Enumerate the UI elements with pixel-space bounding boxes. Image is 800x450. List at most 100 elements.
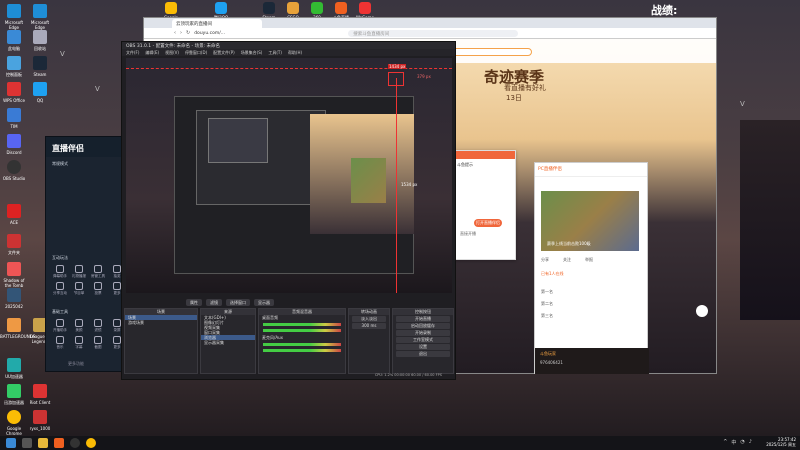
tool-item[interactable]: 弹幕助手 bbox=[52, 265, 68, 279]
desktop-icon[interactable]: 2025042 bbox=[0, 288, 28, 309]
clock[interactable]: 23:57:42 2025/12/5 周五 bbox=[766, 437, 796, 447]
obs-preview-canvas[interactable]: 1434 px 379 px 1534 px bbox=[126, 58, 452, 293]
desktop-icon[interactable]: QQ bbox=[26, 82, 54, 103]
window-select[interactable]: 选择窗口 bbox=[226, 299, 250, 306]
menu-tools[interactable]: 工具(T) bbox=[268, 50, 282, 55]
desktop-icon[interactable]: BATTLEGROUNDS bbox=[0, 318, 35, 339]
obs-statusbar: CPU: 1.2% 00:00:00 60.00 / 60.00 FPS bbox=[374, 373, 442, 377]
desktop-icon[interactable]: 文件夹 bbox=[0, 234, 28, 256]
desktop-icon[interactable]: ryxs_1000 bbox=[26, 410, 54, 431]
menu-docks[interactable]: 停靠窗口(D) bbox=[185, 50, 207, 55]
forward-icon[interactable]: › bbox=[180, 30, 182, 36]
desktop-icon[interactable]: OBS Studio bbox=[0, 160, 28, 181]
desktop-icon[interactable]: Shadow of the Tomb bbox=[0, 262, 28, 288]
tool-item[interactable]: 美颜 bbox=[71, 319, 87, 333]
live-assistant-window[interactable]: 直播伴侣 常规模式 互动玩法 弹幕助手 礼物播报 房管工具 抽奖 分享互动 节目… bbox=[45, 136, 122, 372]
chrome-taskbar-icon[interactable] bbox=[86, 438, 96, 448]
replay-buffer-button[interactable]: 启动回放缓存 bbox=[396, 323, 450, 329]
tool-item[interactable]: 字幕 bbox=[71, 336, 87, 350]
browser-tab[interactable]: 云顶玩家的直播间 bbox=[172, 18, 262, 28]
desktop-icon[interactable]: WPS Office bbox=[0, 82, 28, 103]
mode-selector[interactable]: 常规模式 bbox=[52, 161, 68, 167]
recycle-bin-icon bbox=[33, 30, 47, 44]
network-icon[interactable]: ◔ bbox=[740, 439, 744, 446]
exit-button[interactable]: 退出 bbox=[396, 351, 450, 357]
desktop-icon[interactable]: 此电脑 bbox=[0, 30, 28, 52]
start-streaming-button[interactable]: 开始直播 bbox=[396, 316, 450, 322]
tool-item[interactable]: 截图 bbox=[90, 336, 106, 350]
menu-scene-collection[interactable]: 场景集合(S) bbox=[241, 50, 263, 55]
tool-item[interactable]: 音乐 bbox=[52, 336, 68, 350]
search-icon[interactable] bbox=[22, 438, 32, 448]
browser-tabbar: 云顶玩家的直播间 bbox=[144, 18, 716, 28]
floating-assistant-icon[interactable] bbox=[696, 305, 708, 317]
menu-file[interactable]: 文件(F) bbox=[126, 50, 139, 55]
tools-grid: 开播助手 美颜 滤镜 录屏 音乐 字幕 截图 更多 bbox=[52, 319, 125, 350]
tool-item[interactable]: 投票 bbox=[90, 282, 106, 296]
obs-window[interactable]: OBS 31.0.1 - 配置文件: 未命名 - 场景: 未命名 文件(F) 编… bbox=[121, 41, 456, 380]
qq-icon bbox=[215, 2, 227, 14]
menu-view[interactable]: 视图(V) bbox=[165, 50, 179, 55]
tool-item[interactable]: 分享互动 bbox=[52, 282, 68, 296]
open-assistant-button[interactable]: 打开直播伴侣 bbox=[474, 219, 502, 227]
properties-button[interactable]: 属性 bbox=[186, 299, 202, 306]
more-features-link[interactable]: 更多功能 bbox=[68, 361, 84, 367]
tab-follow[interactable]: 关注 bbox=[563, 257, 571, 265]
obs-taskbar-icon[interactable] bbox=[70, 438, 80, 448]
volume-meter[interactable] bbox=[263, 323, 341, 326]
volume-meter[interactable] bbox=[263, 349, 341, 352]
source-item[interactable]: 显示器采集 bbox=[201, 340, 255, 345]
desktop-icon[interactable]: Riot Client bbox=[26, 384, 54, 405]
input-language[interactable]: 中 bbox=[731, 439, 736, 446]
file-explorer-icon[interactable] bbox=[38, 438, 48, 448]
desktop-icon[interactable]: UU加速器 bbox=[0, 358, 28, 380]
desktop-icon[interactable]: ACE bbox=[0, 204, 28, 225]
desktop-icon[interactable]: 回收站 bbox=[26, 30, 54, 52]
browser-search-field[interactable]: 搜索斗鱼直播房间 bbox=[348, 29, 519, 37]
assistant-title: 直播伴侣 bbox=[46, 137, 121, 157]
tool-item[interactable]: 礼物播报 bbox=[71, 265, 87, 279]
desktop-icon[interactable]: 控制面板 bbox=[0, 56, 28, 78]
menu-edit[interactable]: 编辑(E) bbox=[145, 50, 159, 55]
site-search-input[interactable] bbox=[452, 48, 532, 56]
transition-type-select[interactable]: 淡入淡出 bbox=[352, 316, 386, 322]
settings-button[interactable]: 设置 bbox=[396, 344, 450, 350]
volume-icon[interactable]: ♪ bbox=[749, 439, 752, 446]
start-icon[interactable] bbox=[6, 438, 16, 448]
desktop-icon[interactable]: TIM bbox=[0, 108, 28, 129]
tool-item[interactable]: 滤镜 bbox=[90, 319, 106, 333]
tab-share[interactable]: 分享 bbox=[541, 257, 549, 265]
stream-video-thumbnail[interactable]: 赛季上线当前击败100级 bbox=[541, 191, 639, 251]
volume-meter[interactable] bbox=[263, 329, 341, 332]
tab-report[interactable]: 举报 bbox=[585, 257, 593, 265]
volume-meter[interactable] bbox=[263, 343, 341, 346]
transition-duration[interactable]: 300 ms bbox=[352, 323, 386, 329]
url-field[interactable]: douyu.com/... bbox=[194, 30, 344, 37]
desktop-icon[interactable]: Steam bbox=[26, 56, 54, 77]
display-select[interactable]: 显示器 bbox=[254, 299, 274, 306]
douyu-taskbar-icon[interactable] bbox=[54, 438, 64, 448]
filters-button[interactable]: 滤镜 bbox=[206, 299, 222, 306]
chevron-up-icon[interactable]: ^ bbox=[723, 439, 727, 446]
desktop-icon[interactable]: Discord bbox=[0, 134, 28, 155]
desktop-icon[interactable]: Microsoft Edge bbox=[0, 4, 28, 30]
desktop-icon[interactable]: Google Chrome bbox=[0, 410, 28, 436]
open-assistant-dialog[interactable]: 斗鱼提示 打开直播伴侣 直接开播 bbox=[453, 150, 516, 260]
studio-mode-button[interactable]: 工作室模式 bbox=[396, 337, 450, 343]
back-icon[interactable]: ‹ bbox=[174, 30, 176, 36]
panel-header[interactable]: PC直播伴侣 bbox=[535, 163, 647, 177]
menu-help[interactable]: 帮助(H) bbox=[288, 50, 302, 55]
tool-item[interactable]: 房管工具 bbox=[90, 265, 106, 279]
chat-user: 斗鱼玩家 bbox=[540, 351, 556, 356]
desktop-icon[interactable]: Microsoft Edge bbox=[26, 4, 54, 30]
menu-profile[interactable]: 配置文件(P) bbox=[213, 50, 235, 55]
tool-item[interactable]: 开播助手 bbox=[52, 319, 68, 333]
app-icon bbox=[33, 410, 47, 424]
refresh-icon[interactable]: ↻ bbox=[186, 30, 190, 36]
source-bounding-box[interactable] bbox=[388, 72, 404, 86]
scene-item[interactable]: 游戏场景 bbox=[125, 320, 197, 325]
tool-item[interactable]: 节目单 bbox=[71, 282, 87, 296]
start-recording-button[interactable]: 开始录制 bbox=[396, 330, 450, 336]
desktop-icon[interactable]: 迅游加速器 bbox=[0, 384, 28, 406]
screenshot-icon bbox=[94, 336, 102, 344]
